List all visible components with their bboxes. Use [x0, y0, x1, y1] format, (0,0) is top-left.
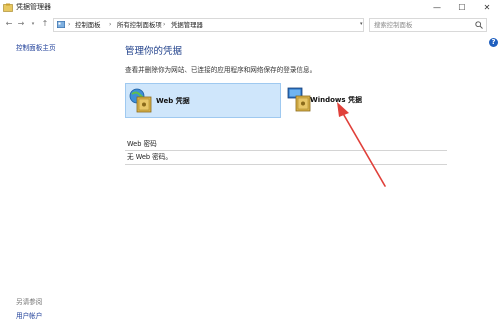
web-credentials-tile[interactable]: Web 凭据	[125, 83, 281, 118]
windows-credentials-tile[interactable]: Windows 凭据	[284, 83, 444, 116]
control-panel-icon	[57, 21, 65, 28]
web-credentials-label: Web 凭据	[156, 97, 190, 105]
search-icon[interactable]	[475, 21, 483, 29]
title-bar: 凭据管理器 — ☐ ✕	[0, 0, 500, 15]
user-accounts-link[interactable]: 用户帐户	[16, 311, 42, 321]
breadcrumb-separator: ›	[163, 21, 166, 28]
empty-passwords-note: 无 Web 密码。	[127, 153, 172, 161]
address-dropdown-icon[interactable]: ▾	[360, 21, 363, 27]
maximize-button[interactable]: ☐	[450, 0, 474, 15]
breadcrumb-credential-manager[interactable]: 凭据管理器	[171, 20, 203, 30]
forward-arrow-icon[interactable]: →	[16, 19, 26, 29]
section-divider	[125, 164, 447, 165]
page-description: 查看并删除你为网站、已连接的应用程序和网络保存的登录信息。	[125, 66, 317, 74]
minimize-button[interactable]: —	[425, 0, 449, 15]
breadcrumb-separator: ›	[109, 21, 112, 28]
web-passwords-section-header: Web 密码	[127, 140, 157, 148]
section-divider	[125, 150, 447, 151]
breadcrumb-control-panel[interactable]: 控制面板	[75, 20, 101, 30]
recent-locations-chevron-icon[interactable]: ▾	[28, 19, 38, 29]
up-arrow-icon[interactable]: ↑	[40, 19, 50, 29]
search-field[interactable]: 搜索控制面板	[369, 18, 487, 32]
breadcrumb-all-items[interactable]: 所有控制面板项	[117, 20, 162, 30]
close-button[interactable]: ✕	[475, 0, 499, 15]
see-also-heading: 另请参阅	[16, 298, 43, 306]
navigation-bar: ← → ▾ ↑ › 控制面板 › 所有控制面板项 › 凭据管理器 ▾ 搜索控制面…	[0, 15, 500, 33]
back-arrow-icon[interactable]: ←	[4, 19, 14, 29]
web-credentials-safe-icon	[129, 88, 152, 113]
windows-credentials-label: Windows 凭据	[310, 96, 362, 104]
search-placeholder: 搜索控制面板	[374, 21, 413, 29]
address-bar[interactable]: › 控制面板 › 所有控制面板项 › 凭据管理器	[53, 18, 364, 32]
page-title: 管理你的凭据	[125, 46, 183, 57]
control-panel-home-link[interactable]: 控制面板主页	[16, 43, 56, 53]
breadcrumb-separator: ›	[68, 21, 71, 28]
credential-manager-app-icon	[3, 3, 13, 12]
help-icon[interactable]: ?	[489, 38, 498, 47]
window-title: 凭据管理器	[16, 3, 51, 11]
annotation-arrow	[337, 102, 386, 187]
